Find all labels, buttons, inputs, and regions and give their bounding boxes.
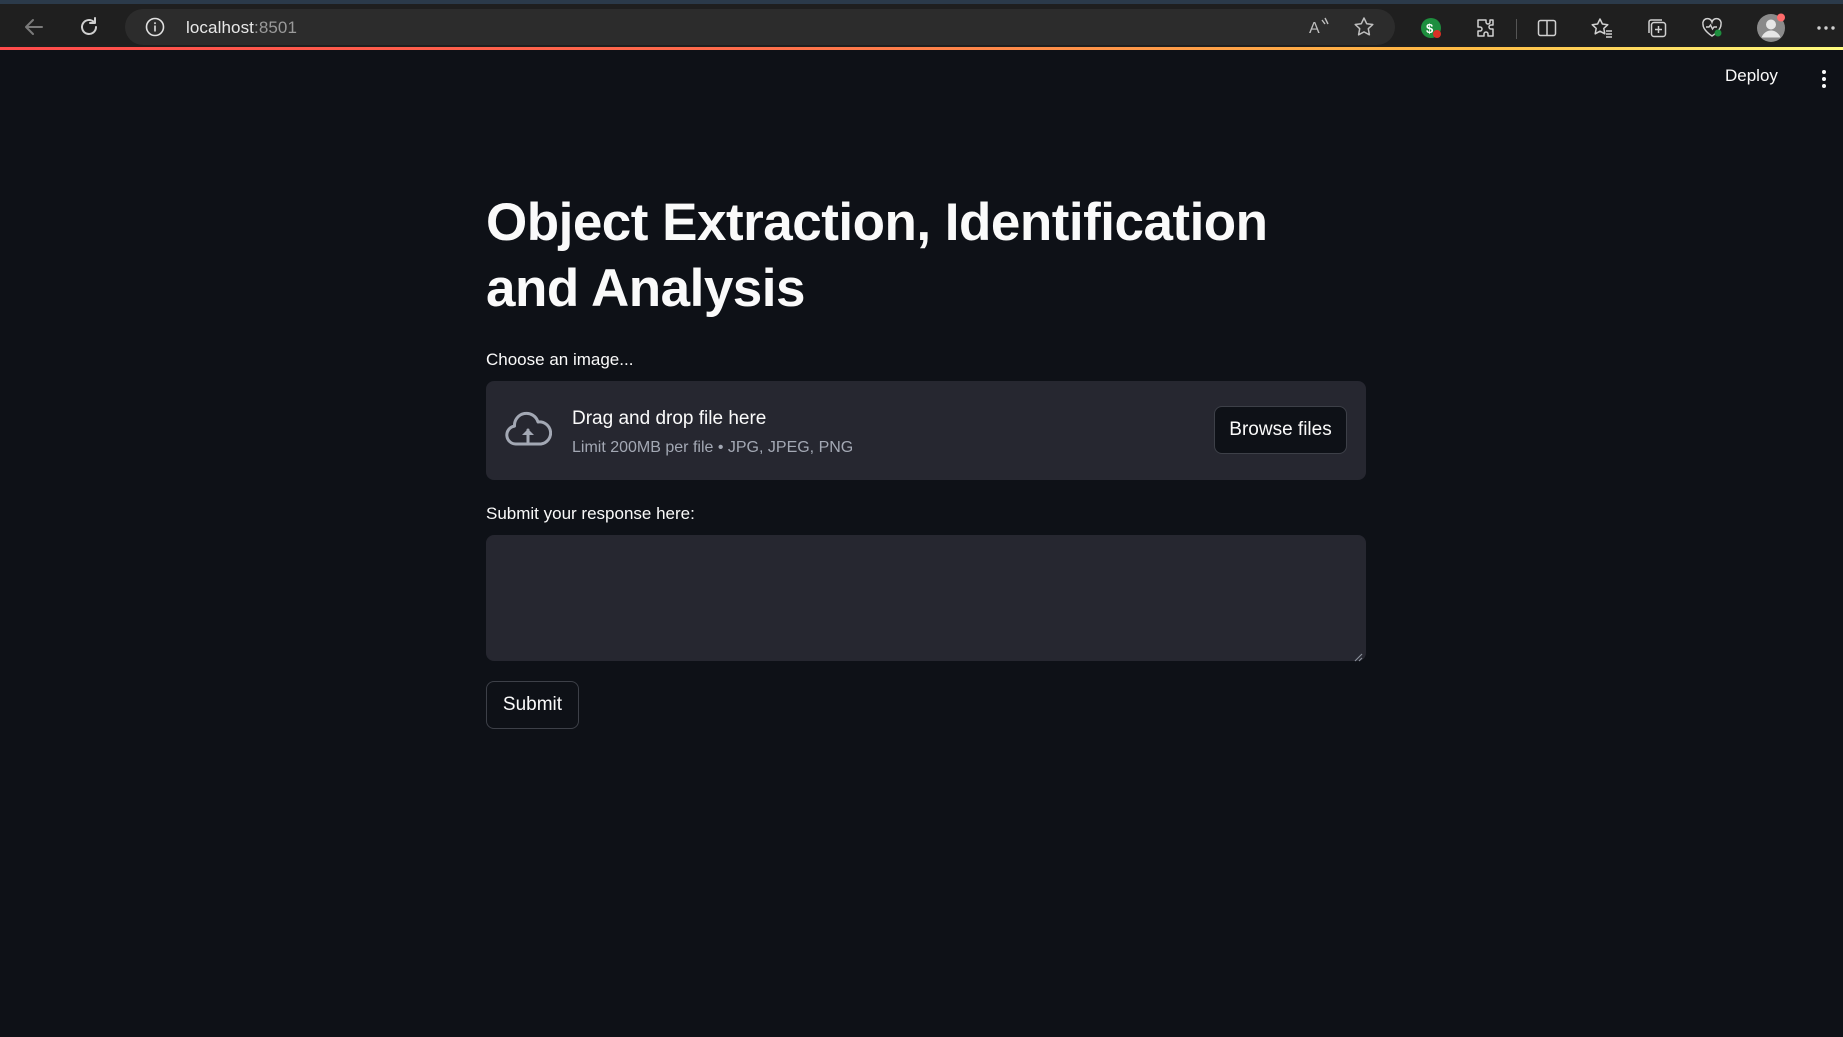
cloud-upload-icon [504,411,553,456]
favorites-icon[interactable] [1589,15,1615,41]
app-decoration-bar [0,47,1843,50]
refresh-icon[interactable] [70,8,108,46]
file-dropzone[interactable]: Drag and drop file here Limit 200MB per … [486,381,1366,480]
main-content: Object Extraction, Identification and An… [486,190,1366,729]
response-label: Submit your response here: [486,504,695,523]
address-bar[interactable]: localhost:8501 A [125,9,1395,45]
dropzone-subtitle: Limit 200MB per file • JPG, JPEG, PNG [572,439,854,456]
profile-avatar-icon[interactable] [1755,12,1787,44]
main-menu-icon[interactable] [1815,67,1833,91]
toolbar-divider [1516,19,1517,39]
info-icon[interactable] [145,17,165,42]
extension-badge-icon[interactable]: $ [1418,15,1444,41]
svg-text:A: A [1309,20,1320,37]
dropzone-title: Drag and drop file here [572,408,767,429]
uploader-label: Choose an image... [486,350,634,369]
back-icon[interactable] [15,8,53,46]
browser-toolbar: localhost:8501 A $ [0,0,1843,49]
deploy-button[interactable]: Deploy [1725,66,1778,86]
svg-text:$: $ [1426,21,1434,36]
extensions-puzzle-icon[interactable] [1472,15,1498,41]
page-title: Object Extraction, Identification and An… [486,193,1268,318]
read-aloud-icon[interactable]: A [1307,15,1331,39]
submit-button[interactable]: Submit [486,681,579,729]
response-textarea[interactable] [486,535,1366,661]
resize-grip-icon[interactable] [1354,649,1363,667]
favorite-star-icon[interactable] [1352,15,1376,39]
url-text: localhost:8501 [186,18,298,37]
split-screen-icon[interactable] [1534,15,1560,41]
more-menu-icon[interactable] [1813,15,1839,41]
collections-icon[interactable] [1644,15,1670,41]
browser-essentials-icon[interactable] [1699,15,1725,41]
browse-files-button[interactable]: Browse files [1214,406,1347,454]
